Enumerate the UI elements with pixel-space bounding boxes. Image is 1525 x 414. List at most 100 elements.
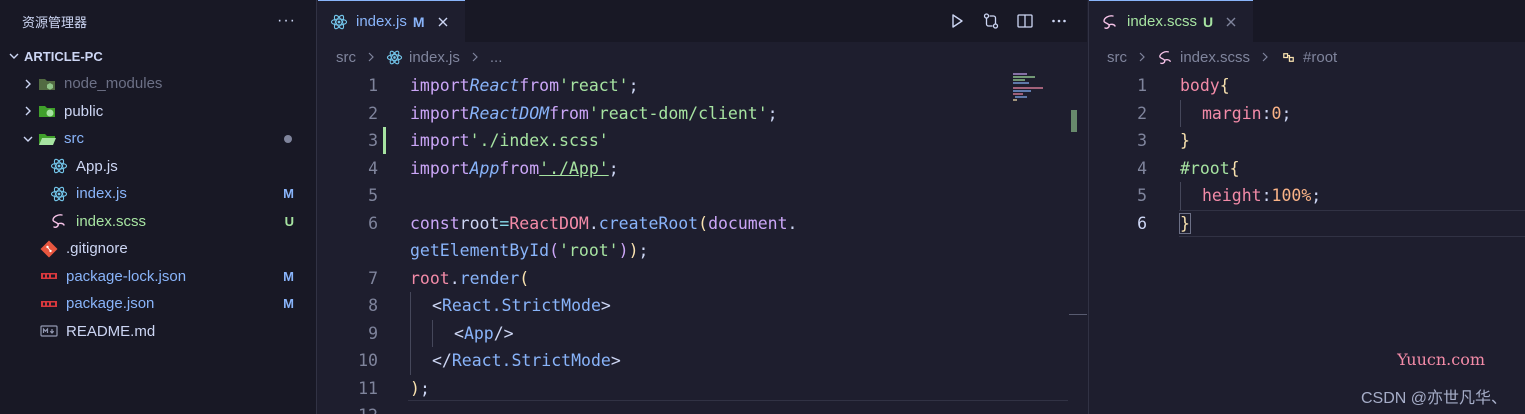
src-folder-open-icon	[38, 130, 56, 148]
run-icon[interactable]	[947, 11, 967, 31]
chevron-right-icon	[20, 76, 36, 92]
code-line: 2 margin: 0;	[1089, 99, 1525, 127]
explorer-header: 资源管理器 ···	[0, 0, 316, 42]
breadcrumb-file[interactable]: index.scss	[1180, 49, 1250, 66]
tree-item-label: package.json	[66, 295, 155, 313]
line-number: 10	[358, 351, 378, 371]
line-number: 3	[1137, 131, 1147, 151]
line-number: 5	[368, 186, 378, 206]
tree-item-public[interactable]: public	[0, 98, 316, 126]
git-status-badge: M	[283, 186, 294, 202]
react-icon	[50, 157, 68, 175]
tab-index-js[interactable]: index.js M	[318, 0, 465, 42]
tree-item-label: README.md	[66, 322, 156, 340]
chevron-right-icon	[470, 52, 480, 62]
editor-group-right: index.scss U src index.scss #root 1 body{…	[1088, 0, 1525, 414]
git-status-badge: U	[284, 213, 294, 229]
site-watermark: Yuucn.com	[1397, 350, 1485, 369]
chevron-down-icon	[6, 48, 22, 64]
code-line: 11);	[318, 375, 1087, 403]
breadcrumb-folder[interactable]: src	[336, 49, 356, 66]
git-status-badge: U	[1203, 13, 1214, 30]
line-number: 11	[358, 378, 378, 398]
tree-item-package-json[interactable]: package.json M	[0, 290, 316, 318]
node-folder-icon	[38, 75, 56, 93]
code-fold-divider	[408, 400, 1068, 401]
sass-icon	[1101, 13, 1119, 31]
scrollbar-change-marker	[1071, 110, 1077, 132]
tree-item-index-js[interactable]: index.js M	[0, 180, 316, 208]
tree-item-label: node_modules	[64, 75, 163, 93]
tree-item-gitignore[interactable]: .gitignore	[0, 235, 316, 263]
line-number: 6	[368, 213, 378, 233]
git-status-badge: M	[412, 13, 425, 30]
npm-icon	[40, 267, 58, 285]
minimap[interactable]	[1013, 72, 1069, 132]
code-line: 3}	[1089, 127, 1525, 155]
git-status-badge: M	[283, 268, 294, 284]
tree-item-label: index.js	[76, 185, 127, 203]
author-watermark: CSDN @亦世凡华、	[1360, 390, 1507, 407]
code-line: 8 < React.StrictMode >	[318, 292, 1087, 320]
code-line: 6 const root = ReactDOM. createRoot(docume…	[318, 210, 1087, 238]
line-number: 12	[318, 406, 378, 414]
split-editor-icon[interactable]	[1015, 11, 1035, 31]
chevron-right-icon	[20, 103, 36, 119]
sass-icon	[50, 212, 68, 230]
modified-dot-icon	[284, 134, 292, 143]
code-line: 7 root. render(	[318, 265, 1087, 293]
code-line: 9 < App />	[318, 319, 1087, 347]
code-line: 5	[318, 182, 1087, 210]
more-actions-icon[interactable]: ···	[277, 12, 296, 30]
editor-group-left: index.js M src index.js ... 1 import Rea…	[318, 0, 1087, 414]
git-icon	[40, 240, 58, 258]
sass-icon	[1157, 49, 1174, 66]
explorer-sidebar: 资源管理器 ··· ARTICLE-PC node_modules public	[0, 0, 317, 414]
code-line: 2 import ReactDOM from 'react-dom/client'…	[318, 100, 1087, 128]
editor-actions	[947, 0, 1087, 42]
compare-changes-icon[interactable]	[981, 11, 1001, 31]
tab-index-scss[interactable]: index.scss U	[1089, 0, 1254, 42]
close-icon[interactable]	[1223, 14, 1239, 30]
project-root[interactable]: ARTICLE-PC	[0, 42, 316, 70]
tree-item-label: index.scss	[76, 212, 147, 230]
tree-item-readme-md[interactable]: README.md	[0, 318, 316, 346]
tree-item-index-scss[interactable]: index.scss U	[0, 208, 316, 236]
tab-label: index.js	[356, 13, 407, 30]
breadcrumb-folder[interactable]: src	[1107, 49, 1127, 66]
line-number: 1	[368, 76, 378, 96]
react-icon	[50, 185, 68, 203]
git-status-badge: M	[283, 296, 294, 312]
code-line: 1 import React from 'react';	[318, 72, 1087, 100]
public-folder-icon	[38, 102, 56, 120]
tree-item-label: package-lock.json	[66, 267, 187, 285]
code-line: 12	[318, 402, 1087, 414]
line-number: 5	[1137, 186, 1147, 206]
line-number: 2	[1137, 103, 1147, 123]
chevron-right-icon	[366, 52, 376, 62]
line-number: 1	[1137, 76, 1147, 96]
line-number: 7	[368, 268, 378, 288]
chevron-down-icon	[20, 131, 36, 147]
breadcrumb: src index.scss #root	[1089, 42, 1525, 72]
tree-item-src[interactable]: src	[0, 125, 316, 153]
tree-item-label: src	[64, 130, 84, 148]
tab-bar: index.scss U	[1089, 0, 1525, 42]
code-area[interactable]: 1 body{ 2 margin: 0; 3} 4 #root { 5 height: …	[1089, 72, 1525, 237]
breadcrumb-file[interactable]: index.js	[409, 49, 460, 66]
line-number: 6	[1137, 213, 1147, 233]
code-area[interactable]: 1 import React from 'react'; 2 import Reac…	[318, 72, 1087, 414]
code-line: 6}	[1089, 210, 1525, 238]
breadcrumb-symbol[interactable]: #root	[1303, 49, 1337, 66]
more-actions-icon[interactable]	[1049, 11, 1069, 31]
tree-item-package-lock-json[interactable]: package-lock.json M	[0, 263, 316, 291]
code-line: 3 import './index.scss'	[318, 127, 1087, 155]
tree-item-node-modules[interactable]: node_modules	[0, 70, 316, 98]
line-number: 3	[368, 131, 378, 151]
tree-item-app-js[interactable]: App.js	[0, 153, 316, 181]
code-line: 4 import App from './App';	[318, 155, 1087, 183]
code-line: 10 </React.StrictMode >	[318, 347, 1087, 375]
breadcrumb-more[interactable]: ...	[490, 49, 503, 66]
tab-bar: index.js M	[318, 0, 1087, 42]
close-icon[interactable]	[435, 14, 451, 30]
